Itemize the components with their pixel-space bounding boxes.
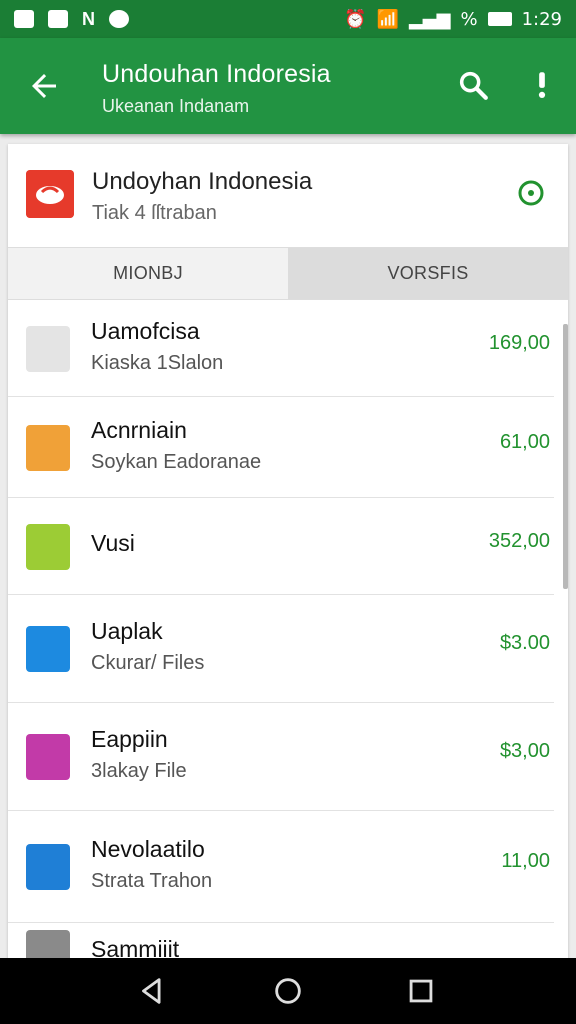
list-item-title: Acnrniain [91, 417, 187, 443]
signal-icon: ▂▄▆ [408, 8, 451, 30]
tab-mionbj[interactable]: MIONBJ [8, 248, 288, 299]
list-item-title: Nevolaatilo [91, 836, 205, 862]
list-item-title: Vusi [91, 530, 135, 556]
list-item[interactable]: Uamofcisa Kiaska 1Slalon 169,00 [8, 300, 554, 397]
search-icon[interactable] [456, 68, 490, 102]
list-item[interactable]: Vusi 352,00 [8, 498, 554, 595]
list-item-subtitle: Strata Trahon [91, 870, 213, 892]
app-icon [26, 170, 74, 218]
list-item-price: $3,00 [499, 740, 550, 762]
list-item-price: 11,00 [501, 850, 550, 872]
app-bar: Undouhan Indoresia Ukeanan Indanam [0, 38, 576, 134]
app-name: Undoyhan Indonesia [92, 168, 313, 195]
list-item[interactable]: Eappiin 3lakay File $3,00 [8, 703, 554, 811]
battery-icon [487, 12, 512, 26]
photo-icon [48, 10, 68, 28]
dots-icon [26, 844, 70, 890]
list-item[interactable]: Uaplak Ckurar/ Files $3.00 [8, 595, 554, 703]
sync-icon [109, 10, 129, 28]
tab-bar: MIONBJ VORSFIS [8, 248, 568, 300]
target-icon[interactable] [516, 178, 546, 208]
download-card: Undoyhan Indonesia Tiak 4 ſſtraban MIONB… [8, 144, 568, 964]
more-vert-icon[interactable] [530, 68, 554, 102]
n-icon: N [82, 8, 95, 29]
home-circle-icon[interactable] [271, 974, 305, 1008]
tab-vorsfis[interactable]: VORSFIS [288, 248, 568, 299]
document-icon [26, 524, 70, 570]
list-item-subtitle: Ckurar/ Files [91, 652, 205, 674]
nav-bar [0, 958, 576, 1024]
hash-icon [26, 425, 70, 471]
list-item-title: Eappiin [91, 726, 168, 752]
page-title: Undouhan Indoresia [102, 60, 331, 88]
app-header: Undoyhan Indonesia Tiak 4 ſſtraban [8, 144, 568, 248]
file-icon [26, 326, 70, 372]
list-item[interactable]: Nevolaatilo Strata Trahon 11,00 [8, 811, 554, 923]
app-meta: Tiak 4 ſſtraban [92, 202, 217, 224]
list-item-subtitle: Soykan Eadoranae [91, 451, 262, 473]
list-item-title: Uaplak [91, 618, 163, 644]
list-item[interactable]: Acnrniain Soykan Eadoranae 61,00 [8, 397, 554, 498]
s-icon [26, 626, 70, 672]
list-item-price: $3.00 [499, 632, 550, 654]
wifi-icon: 📶 [376, 8, 399, 30]
page-subtitle: Ukeanan Indanam [102, 96, 250, 116]
alarm-icon: ⏰ [344, 8, 367, 30]
back-triangle-icon[interactable] [135, 974, 169, 1008]
list-item-price: 61,00 [499, 431, 550, 453]
list-item-price: 352,00 [488, 530, 550, 552]
list-item-subtitle: 3lakay File [91, 760, 187, 782]
arrow-back-icon[interactable] [26, 68, 62, 104]
battery-percent: % [460, 8, 478, 30]
flag-icon [26, 734, 70, 780]
list-item-subtitle: Kiaska 1Slalon [91, 352, 224, 374]
list-item-title: Uamofcisa [91, 318, 200, 344]
clock: 1:29 [521, 8, 562, 30]
image-icon [14, 10, 34, 28]
scrollbar[interactable] [563, 324, 568, 589]
recents-square-icon[interactable] [404, 974, 438, 1008]
list-item-price: 169,00 [488, 332, 550, 354]
status-bar: N ⏰ 📶 ▂▄▆ % 1:29 [0, 0, 576, 38]
item-list: Uamofcisa Kiaska 1Slalon 169,00 Acnrniain So… [8, 300, 568, 964]
